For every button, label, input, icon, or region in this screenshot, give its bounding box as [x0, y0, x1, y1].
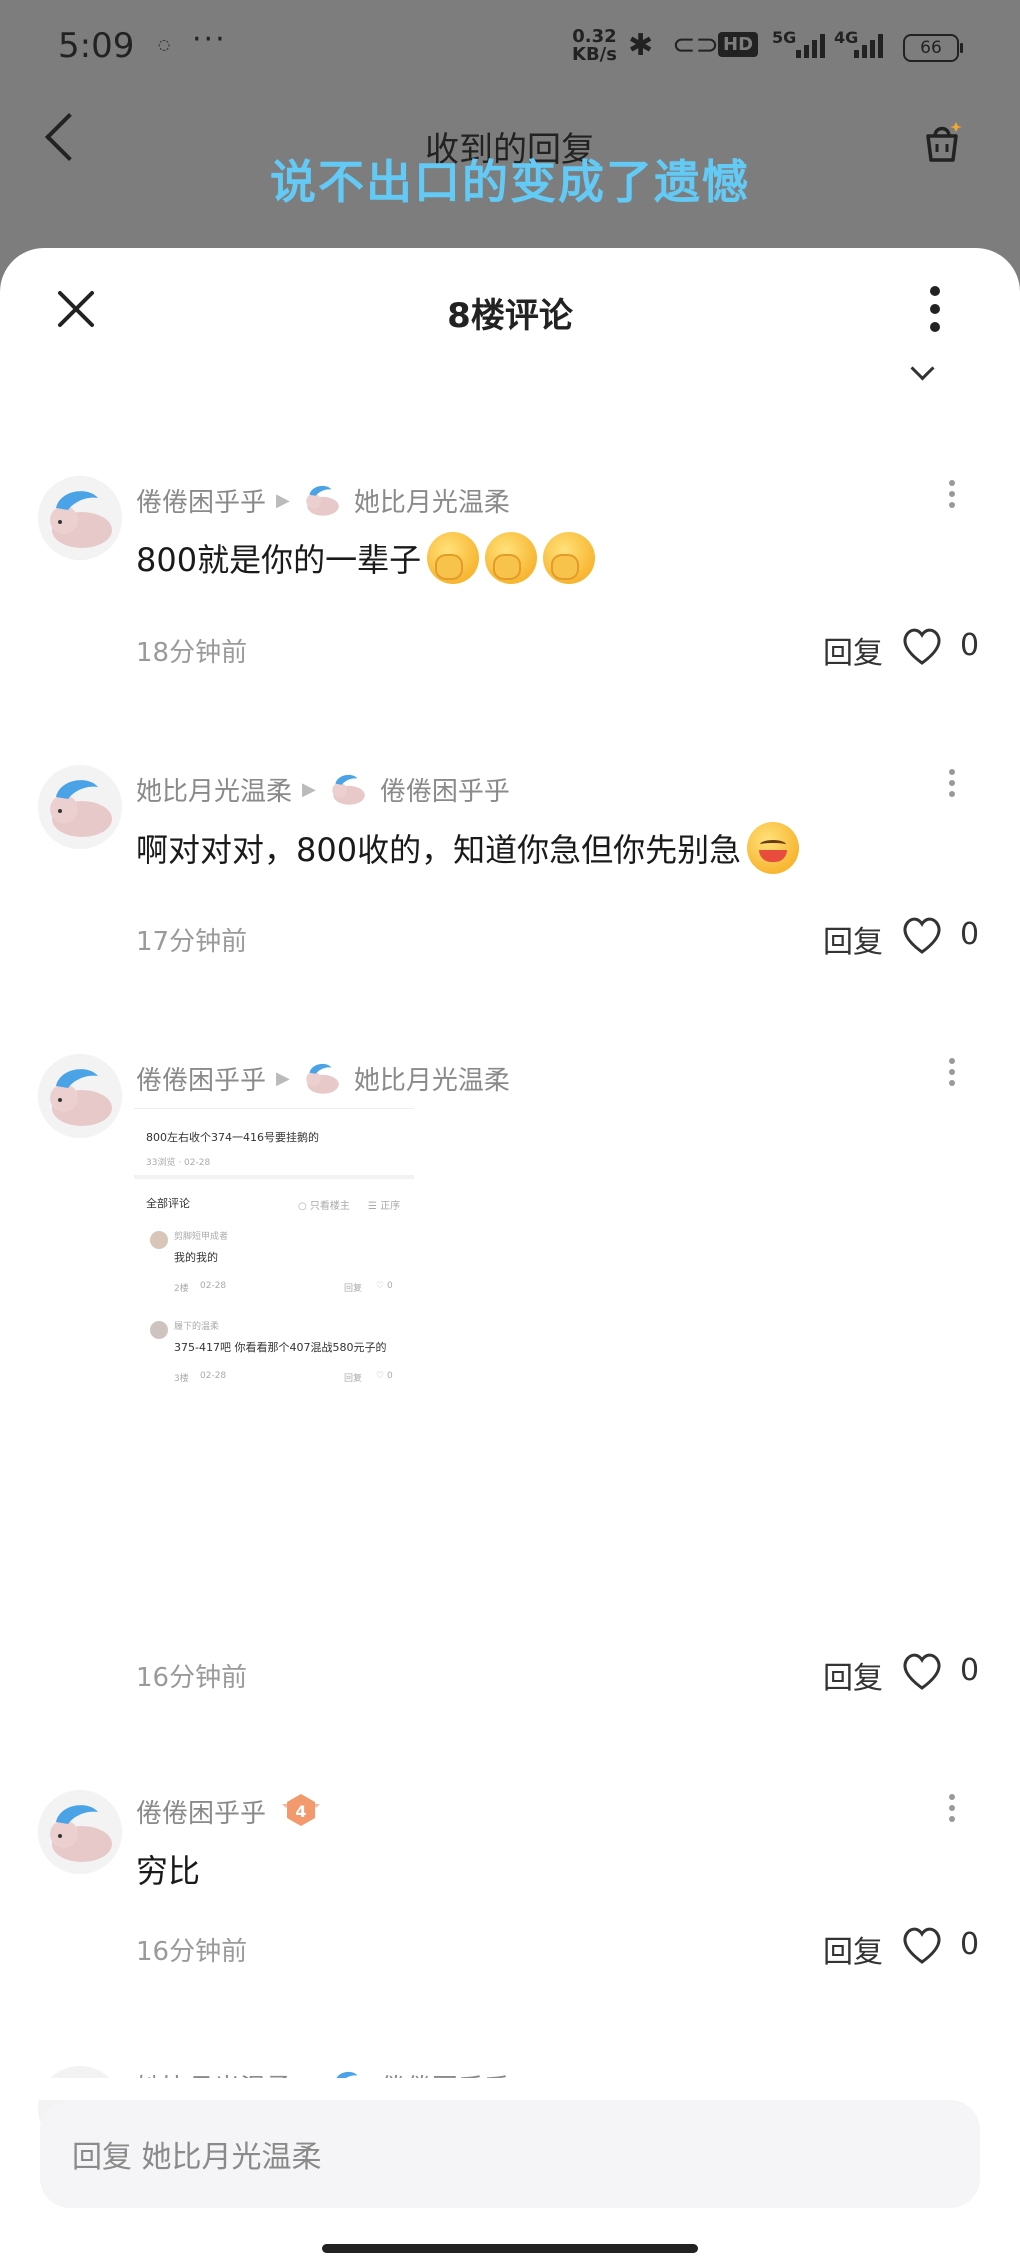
battery-icon: 66 [903, 34, 963, 62]
status-bar: 5:09 ◌ ··· 0.32 KB/s ✱ ⊂⊃ HD 5G 4G 66 [0, 0, 1020, 90]
link-icon: ⊂⊃ [672, 28, 719, 61]
scroll-clip [0, 2078, 1020, 2100]
comment-time: 18分钟前 [136, 638, 248, 668]
sheet-title: 8楼评论 [447, 296, 573, 336]
image-post-meta: 33浏览 · 02-28 [146, 1158, 211, 1168]
avatar[interactable] [38, 765, 122, 849]
image-date: 02-28 [200, 1371, 227, 1381]
comment-authors: 她比月光温柔 ▶ 倦倦困乎乎 [136, 767, 510, 811]
comment-time: 16分钟前 [136, 1663, 248, 1693]
reply-button[interactable]: 回复 [823, 917, 883, 961]
image-user: 履下的温柔 [174, 1322, 220, 1332]
like-count: 0 [960, 1653, 980, 1688]
comment-authors: 倦倦困乎乎 4 [136, 1792, 321, 1830]
image-floor: 3楼 [174, 1374, 189, 1384]
network-speed: 0.32 KB/s [572, 28, 617, 64]
image-user: 剪脚短甲成者 [174, 1232, 229, 1242]
status-time: 5:09 [58, 26, 135, 66]
comment-more-icon[interactable] [948, 1058, 956, 1092]
author-name[interactable]: 倦倦困乎乎 [136, 1793, 266, 1830]
image-post-text: 800左右收个374一416号要挂鹅的 [146, 1131, 319, 1144]
comment-more-icon[interactable] [948, 769, 956, 803]
image-likes: ♡ 0 [376, 1281, 393, 1291]
image-comment: 375-417吧 你看看那个407混战580元子的 [174, 1341, 387, 1354]
image-avatar [150, 1321, 168, 1339]
comment-time: 16分钟前 [136, 1937, 248, 1967]
more-vertical-icon[interactable] [928, 286, 942, 336]
reply-to-name[interactable]: 倦倦困乎乎 [380, 771, 510, 808]
avatar[interactable] [38, 1054, 122, 1138]
yawn-emoji-icon [485, 532, 538, 584]
image-floor: 2楼 [174, 1284, 189, 1294]
grin-emoji-icon [747, 822, 800, 874]
image-reply: 回复 [344, 1374, 363, 1384]
reply-arrow-icon: ▶ [276, 489, 290, 511]
yawn-emoji-icon [543, 532, 596, 584]
avatar[interactable] [38, 476, 122, 560]
author-name[interactable]: 倦倦困乎乎 [136, 482, 266, 519]
reply-input-placeholder: 回复 她比月光温柔 [72, 2140, 322, 2175]
author-name[interactable]: 她比月光温柔 [136, 771, 292, 808]
home-indicator[interactable] [322, 2244, 698, 2253]
image-filter-label: 只看楼主 [309, 1201, 350, 1212]
reply-to-name[interactable]: 她比月光温柔 [354, 482, 510, 519]
comment-text[interactable]: 穷比 [136, 1846, 200, 1892]
avatar[interactable] [38, 1790, 122, 1874]
more-notifications-icon: ··· [192, 22, 227, 57]
comment-text-content: 穷比 [136, 1852, 201, 1890]
image-date: 02-28 [200, 1281, 227, 1291]
reply-to-avatar[interactable] [300, 1056, 344, 1100]
image-comment: 我的我的 [174, 1251, 218, 1264]
heart-icon[interactable] [900, 915, 944, 955]
image-like-count: 0 [386, 1371, 393, 1381]
heart-icon[interactable] [900, 1651, 944, 1691]
comment-text[interactable]: 啊对对对，800收的，知道你急但你先别急 [136, 822, 800, 874]
signal-bars-2-icon [848, 32, 888, 58]
like-count: 0 [960, 1927, 980, 1962]
reply-to-name[interactable]: 她比月光温柔 [354, 1060, 510, 1097]
hd-badge: HD [718, 32, 759, 57]
reply-button[interactable]: 回复 [823, 628, 883, 672]
comment-text[interactable]: 800就是你的一辈子 [136, 532, 596, 584]
signal-bars-1-icon [790, 32, 830, 58]
bluetooth-icon: ✱ [628, 28, 654, 63]
speed-unit: KB/s [572, 44, 617, 65]
comment-more-icon[interactable] [948, 1794, 956, 1828]
yawn-emoji-icon [427, 532, 480, 584]
like-count: 0 [960, 628, 980, 663]
image-likes: ♡ 0 [376, 1371, 393, 1381]
level-number: 4 [295, 1802, 306, 1821]
heart-icon[interactable] [900, 626, 944, 666]
divider [134, 1175, 414, 1179]
like-count: 0 [960, 917, 980, 952]
image-section-title: 全部评论 [146, 1197, 190, 1210]
reply-to-avatar[interactable] [326, 767, 370, 811]
image-like-count: 0 [386, 1281, 393, 1291]
comment-image[interactable]: 800左右收个374一416号要挂鹅的 33浏览 · 02-28 全部评论 ○ … [134, 1108, 414, 1399]
image-sort: ☰ 正序 [368, 1201, 401, 1212]
reply-button[interactable]: 回复 [823, 1653, 883, 1697]
overlay-caption: 说不出口的变成了遗憾 [270, 155, 750, 209]
reply-arrow-icon: ▶ [276, 1067, 290, 1089]
comment-more-icon[interactable] [948, 480, 956, 514]
comment-text-content: 800就是你的一辈子 [136, 541, 422, 579]
image-avatar [150, 1231, 168, 1249]
image-reply: 回复 [344, 1284, 363, 1294]
level-badge-icon: 4 [282, 1792, 321, 1830]
comment-text-content: 啊对对对，800收的，知道你急但你先别急 [136, 831, 742, 869]
comment-authors: 倦倦困乎乎 ▶ 她比月光温柔 [136, 1056, 510, 1100]
comment-time: 17分钟前 [136, 927, 248, 957]
image-filter: ○ 只看楼主 [298, 1201, 350, 1212]
heart-icon[interactable] [900, 1925, 944, 1965]
reply-button[interactable]: 回复 [823, 1927, 883, 1971]
notification-icon: ◌ [158, 37, 171, 53]
image-sort-label: 正序 [380, 1201, 401, 1212]
author-name[interactable]: 倦倦困乎乎 [136, 1060, 266, 1097]
comment-authors: 倦倦困乎乎 ▶ 她比月光温柔 [136, 478, 510, 522]
reply-to-avatar[interactable] [300, 478, 344, 522]
reply-arrow-icon: ▶ [302, 778, 316, 800]
